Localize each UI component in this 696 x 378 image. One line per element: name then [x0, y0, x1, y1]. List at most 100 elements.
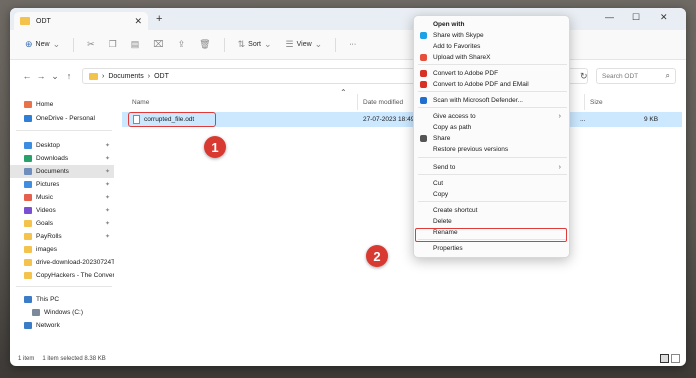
sidebar-item-label: This PC — [36, 296, 60, 303]
menu-item-create-shortcut[interactable]: Create shortcut — [414, 205, 569, 216]
sidebar-item-desktop[interactable]: Desktop ✦ — [10, 139, 114, 152]
sidebar-item-documents[interactable]: Documents ✦ — [10, 165, 114, 178]
home-icon — [24, 101, 32, 108]
file-name-highlight: corrupted_file.odt — [128, 112, 216, 127]
more-label: ··· — [349, 41, 357, 48]
menu-item-label: Send to — [433, 164, 456, 171]
file-row[interactable]: corrupted_file.odt 27-07-2023 18:49 ... … — [122, 112, 682, 127]
menu-item-delete[interactable]: Delete — [414, 216, 569, 227]
tab-close-icon[interactable]: ✕ — [134, 16, 142, 27]
search-input[interactable]: Search ODT ⌕ — [596, 68, 676, 84]
minimize-button[interactable]: — — [605, 12, 614, 22]
cut-button[interactable]: ✂ — [82, 35, 100, 54]
download-icon — [24, 155, 32, 162]
sidebar-item-network[interactable]: Network — [10, 319, 114, 332]
menu-item-give-access-to[interactable]: Give access to › — [414, 111, 569, 122]
breadcrumb-odt[interactable]: ODT — [154, 73, 169, 80]
sort-icon: ⇅ — [237, 39, 246, 49]
share-toolbar-button[interactable]: ⇪ — [173, 35, 191, 54]
menu-item-share-with-skype[interactable]: Share with Skype — [414, 30, 569, 41]
rename-toolbar-button[interactable]: ⌧ — [148, 35, 168, 54]
new-tab-button[interactable]: + — [156, 13, 162, 25]
column-divider[interactable] — [357, 94, 358, 110]
recent-chevron-icon[interactable]: ⌄ — [48, 71, 62, 82]
menu-item-convert-to-adobe-pdf-and-email[interactable]: Convert to Adobe PDF and EMail — [414, 79, 569, 90]
menu-item-copy-as-path[interactable]: Copy as path — [414, 122, 569, 133]
menu-item-scan-with-microsoft-defender[interactable]: Scan with Microsoft Defender... — [414, 95, 569, 106]
sidebar-item-videos[interactable]: Videos ✦ — [10, 204, 114, 217]
trash-icon: 🗑 — [199, 39, 211, 49]
chevron-down-icon: ⌄ — [314, 39, 323, 49]
sidebar-item-windows-c[interactable]: Windows (C:) — [10, 306, 114, 319]
search-placeholder: Search ODT — [602, 72, 639, 80]
sort-button[interactable]: ⇅ Sort ⌄ — [233, 35, 277, 54]
more-options-button[interactable]: ··· — [344, 37, 361, 52]
menu-item-open-with[interactable]: Open with — [414, 19, 569, 30]
menu-item-label: Share with Skype — [433, 32, 484, 39]
sidebar-item-home[interactable]: Home — [10, 98, 114, 111]
sidebar-item-downloads[interactable]: Downloads ✦ — [10, 152, 114, 165]
new-button[interactable]: ⊕ New ⌄ — [20, 35, 65, 54]
sidebar-item-pictures[interactable]: Pictures ✦ — [10, 178, 114, 191]
menu-item-restore-previous-versions[interactable]: Restore previous versions — [414, 144, 569, 155]
pin-icon: ✦ — [104, 143, 110, 149]
sidebar-item-label: Documents — [36, 168, 69, 175]
folder-icon — [24, 220, 32, 227]
column-header-date[interactable]: Date modified — [363, 99, 403, 106]
paste-button[interactable]: ▤ — [126, 35, 145, 54]
column-header-size[interactable]: Size — [590, 99, 603, 106]
details-view-icon[interactable] — [660, 354, 669, 363]
column-header-name[interactable]: Name — [132, 99, 149, 106]
sidebar-item-goals[interactable]: Goals ✦ — [10, 217, 114, 230]
menu-item-share[interactable]: Share — [414, 133, 569, 144]
column-divider[interactable] — [584, 94, 585, 110]
sidebar-item-onedrive-personal[interactable]: OneDrive - Personal — [10, 112, 114, 125]
breadcrumb-documents[interactable]: Documents — [108, 73, 143, 80]
sidebar-item-copyhackers-the-conver[interactable]: CopyHackers - The Conver — [10, 269, 114, 282]
delete-toolbar-button[interactable]: 🗑 — [194, 35, 215, 54]
refresh-icon[interactable]: ↻ — [580, 71, 588, 82]
view-icon: ☰ — [285, 39, 294, 49]
sidebar-item-label: images — [36, 246, 57, 253]
menu-item-label: Scan with Microsoft Defender... — [433, 97, 523, 104]
menu-item-upload-with-sharex[interactable]: Upload with ShareX — [414, 52, 569, 63]
folder-icon — [24, 246, 32, 253]
tab-title: ODT — [36, 17, 51, 25]
view-button[interactable]: ☰ View ⌄ — [281, 35, 328, 54]
desktop-icon — [24, 142, 32, 149]
folder-icon — [24, 272, 32, 279]
sidebar-item-this-pc[interactable]: This PC — [10, 293, 114, 306]
menu-item-properties[interactable]: Properties — [414, 243, 569, 254]
menu-item-copy[interactable]: Copy — [414, 189, 569, 200]
menu-item-add-to-favorites[interactable]: Add to Favorites — [414, 41, 569, 52]
menu-item-cut[interactable]: Cut — [414, 178, 569, 189]
sidebar-item-drive-download-20230724t[interactable]: drive-download-20230724T — [10, 256, 114, 269]
sidebar-item-music[interactable]: Music ✦ — [10, 191, 114, 204]
tab-odt[interactable]: ODT ✕ — [14, 12, 148, 30]
copy-button[interactable]: ❐ — [104, 35, 122, 54]
sidebar-item-payrolls[interactable]: PayRolls ✦ — [10, 230, 114, 243]
menu-separator — [418, 174, 567, 175]
step-marker-2: 2 — [366, 245, 388, 267]
menu-item-send-to[interactable]: Send to › — [414, 162, 569, 173]
menu-item-convert-to-adobe-pdf[interactable]: Convert to Adobe PDF — [414, 68, 569, 79]
menu-item-label: Convert to Adobe PDF and EMail — [433, 81, 529, 88]
selection-info: 1 item selected 8.38 KB — [42, 356, 106, 362]
forward-icon[interactable]: → — [34, 71, 48, 81]
sidebar-item-label: Pictures — [36, 181, 60, 188]
sidebar-item-label: Videos — [36, 207, 56, 214]
close-button[interactable]: ✕ — [660, 12, 668, 23]
folder-icon — [89, 72, 98, 80]
menu-item-label: Create shortcut — [433, 207, 478, 214]
file-size: 9 KB — [644, 116, 659, 123]
sidebar-item-images[interactable]: images — [10, 243, 114, 256]
maximize-button[interactable]: ☐ — [632, 12, 640, 23]
pin-icon: ✦ — [104, 234, 110, 240]
menu-item-label: Properties — [433, 245, 463, 252]
tiles-view-icon[interactable] — [671, 354, 680, 363]
paste-icon: ▤ — [130, 39, 140, 49]
up-icon[interactable]: ↑ — [62, 71, 76, 81]
chevron-down-icon: ⌄ — [264, 39, 272, 49]
back-icon[interactable]: ← — [20, 71, 34, 81]
menu-separator — [418, 91, 567, 92]
